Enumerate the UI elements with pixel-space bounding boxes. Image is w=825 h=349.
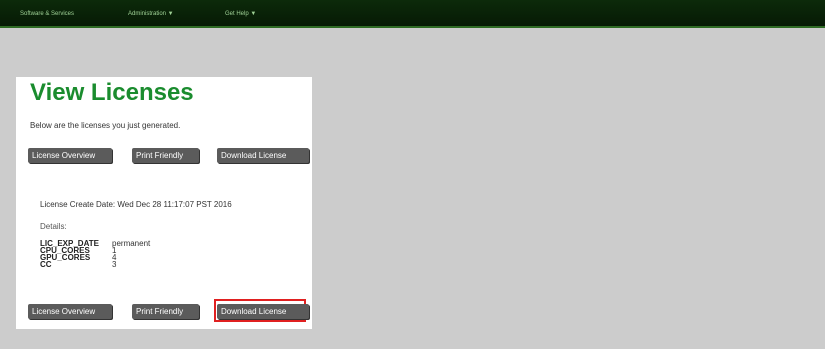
nav-administration[interactable]: Administration ▼	[128, 8, 174, 20]
licenses-panel: View Licenses Below are the licenses you…	[16, 77, 312, 329]
print-friendly-button-bottom[interactable]: Print Friendly	[132, 304, 199, 319]
details-label: Details:	[40, 222, 67, 231]
license-overview-button-bottom[interactable]: License Overview	[28, 304, 112, 319]
download-license-button-bottom[interactable]: Download License	[217, 304, 309, 319]
nav-get-help[interactable]: Get Help ▼	[225, 8, 256, 20]
license-overview-button-top[interactable]: License Overview	[28, 148, 112, 163]
nav-software-services[interactable]: Software & Services	[20, 8, 74, 20]
detail-key: CC	[40, 260, 52, 269]
intro-text: Below are the licenses you just generate…	[30, 121, 181, 130]
detail-value: 3	[112, 260, 117, 269]
download-license-button-top[interactable]: Download License	[217, 148, 309, 163]
print-friendly-button-top[interactable]: Print Friendly	[132, 148, 199, 163]
detail-value: permanent	[112, 239, 151, 248]
top-navigation-bar: Software & Services Administration ▼ Get…	[0, 0, 825, 28]
license-create-date: License Create Date: Wed Dec 28 11:17:07…	[40, 200, 232, 209]
page-title: View Licenses	[30, 79, 194, 106]
page-content-area: View Licenses Below are the licenses you…	[6, 28, 825, 349]
